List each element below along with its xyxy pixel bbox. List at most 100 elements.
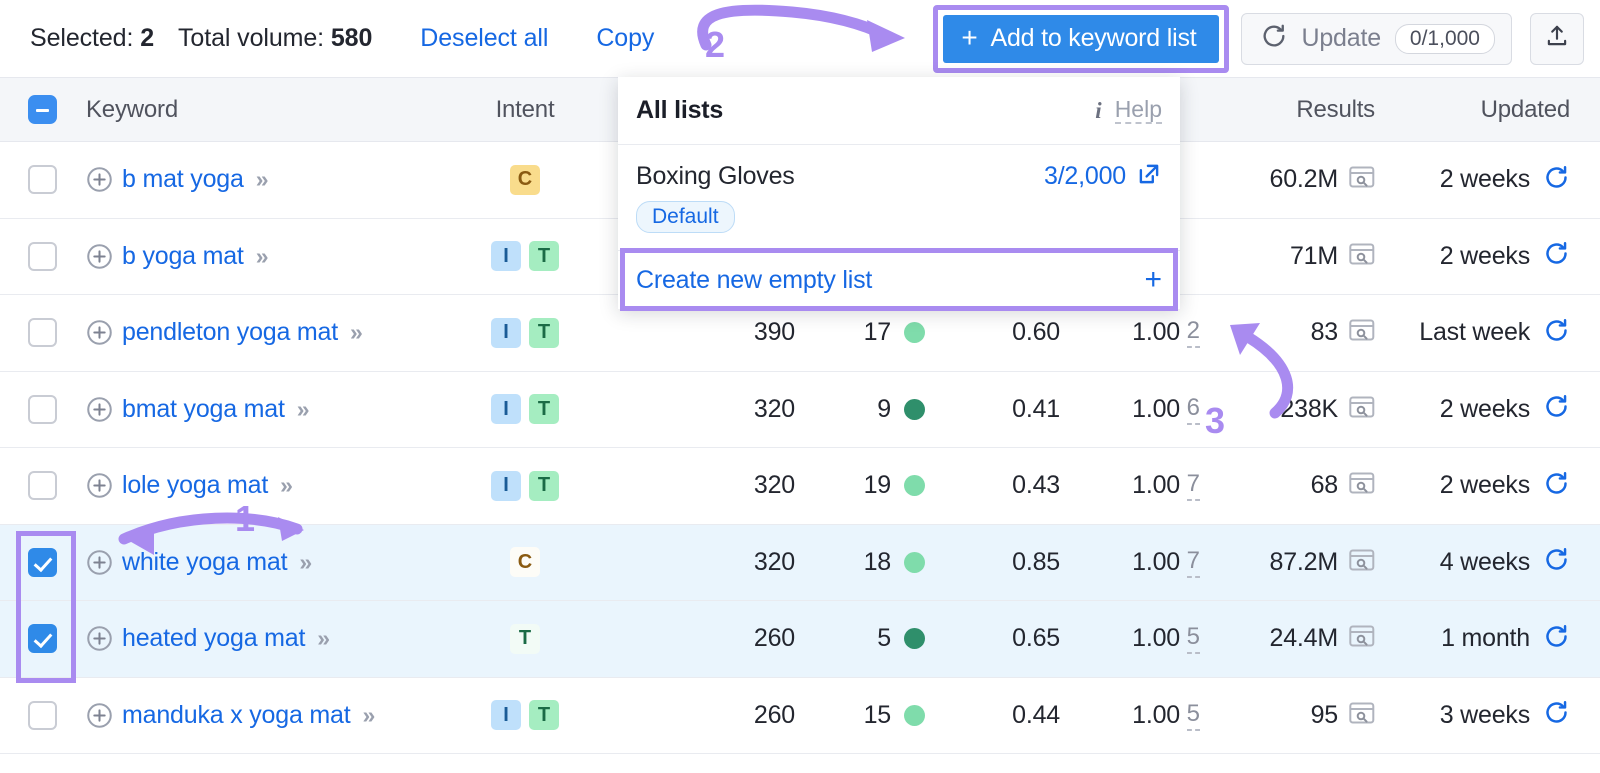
add-keyword-icon[interactable] bbox=[86, 472, 113, 499]
create-plus-icon: + bbox=[1144, 263, 1162, 296]
results-value: 68 bbox=[1310, 471, 1339, 500]
serp-features-value[interactable]: 5 bbox=[1186, 623, 1200, 655]
row-refresh-icon[interactable] bbox=[1543, 470, 1570, 502]
table-row[interactable]: lole yoga mat» I T 320 19 0.43 1.00 7 68 2 weeks bbox=[0, 448, 1600, 525]
row-refresh-icon[interactable] bbox=[1543, 240, 1570, 272]
serp-preview-icon[interactable] bbox=[1349, 471, 1375, 500]
row-refresh-icon[interactable] bbox=[1543, 317, 1570, 349]
deselect-all-link[interactable]: Deselect all bbox=[420, 24, 548, 53]
table-row[interactable]: manduka x yoga mat» I T 260 15 0.44 1.00 5 95 3 w… bbox=[0, 677, 1600, 754]
results-value: 60.2M bbox=[1269, 165, 1339, 194]
serp-preview-icon[interactable] bbox=[1349, 548, 1375, 577]
chevron-right-double-icon[interactable]: » bbox=[350, 319, 363, 346]
intent-badge-t[interactable]: T bbox=[529, 700, 559, 731]
dropdown-title: All lists bbox=[636, 96, 724, 124]
keyword-link[interactable]: b yoga mat bbox=[122, 242, 244, 271]
intent-badge-i[interactable]: I bbox=[491, 700, 521, 731]
serp-features-value[interactable]: 7 bbox=[1186, 547, 1200, 578]
row-refresh-icon[interactable] bbox=[1543, 164, 1570, 196]
row-keyword-cell: pendleton yoga mat » bbox=[86, 295, 363, 371]
select-all-checkbox[interactable] bbox=[28, 95, 57, 124]
keyword-link[interactable]: white yoga mat bbox=[122, 548, 288, 577]
difficulty-value: 5 bbox=[877, 624, 891, 653]
header-updated[interactable]: Updated bbox=[1481, 96, 1571, 124]
intent-badge-t[interactable]: T bbox=[529, 241, 559, 272]
intent-badge-t[interactable]: T bbox=[529, 394, 559, 425]
help-link[interactable]: Help bbox=[1114, 97, 1162, 124]
row-refresh-icon[interactable] bbox=[1543, 623, 1570, 655]
external-link-icon[interactable] bbox=[1136, 161, 1162, 192]
keyword-link[interactable]: lole yoga mat bbox=[122, 471, 268, 500]
serp-features-value[interactable]: 5 bbox=[1186, 700, 1200, 731]
intent-badge-c[interactable]: C bbox=[510, 547, 540, 578]
intent-badge-i[interactable]: I bbox=[491, 470, 521, 501]
row-checkbox[interactable] bbox=[28, 547, 57, 577]
intent-badge-i[interactable]: I bbox=[491, 394, 521, 425]
keyword-link[interactable]: heated yoga mat bbox=[122, 624, 305, 653]
serp-preview-icon[interactable] bbox=[1349, 395, 1375, 424]
add-keyword-icon[interactable] bbox=[86, 166, 113, 193]
serp-features-value[interactable]: 6 bbox=[1186, 394, 1200, 425]
table-row[interactable]: heated yoga mat» T 260 5 0.65 1.00 5 24.4M 1 mon… bbox=[0, 601, 1600, 678]
add-keyword-icon[interactable] bbox=[86, 549, 113, 576]
row-checkbox[interactable] bbox=[28, 241, 57, 271]
row-refresh-icon[interactable] bbox=[1543, 699, 1570, 731]
row-difficulty-cell: 5 bbox=[800, 601, 925, 677]
header-results[interactable]: Results bbox=[1296, 96, 1375, 124]
difficulty-dot bbox=[904, 475, 925, 497]
table-row[interactable]: white yoga mat» C 320 18 0.85 1.00 7 87.2M 4 wee… bbox=[0, 524, 1600, 601]
add-keyword-icon[interactable] bbox=[86, 625, 113, 652]
chevron-right-double-icon[interactable]: » bbox=[299, 549, 312, 576]
row-checkbox[interactable] bbox=[28, 318, 57, 348]
updated-value: 2 weeks bbox=[1439, 241, 1531, 270]
serp-preview-icon[interactable] bbox=[1349, 165, 1375, 194]
keyword-link[interactable]: pendleton yoga mat bbox=[122, 318, 338, 347]
row-intent-cell: T bbox=[470, 601, 580, 677]
row-checkbox[interactable] bbox=[28, 165, 57, 195]
intent-badge-c[interactable]: C bbox=[510, 164, 540, 195]
add-keyword-icon[interactable] bbox=[86, 396, 113, 423]
copy-link[interactable]: Copy bbox=[596, 24, 654, 53]
create-new-empty-list-button[interactable]: Create new empty list + bbox=[618, 251, 1180, 309]
header-intent[interactable]: Intent bbox=[496, 96, 555, 124]
row-refresh-icon[interactable] bbox=[1543, 546, 1570, 578]
intent-badge-i[interactable]: I bbox=[491, 241, 521, 272]
keyword-link[interactable]: manduka x yoga mat bbox=[122, 701, 351, 730]
intent-badge-i[interactable]: I bbox=[491, 317, 521, 348]
keyword-link[interactable]: b mat yoga bbox=[122, 165, 244, 194]
results-value: 95 bbox=[1310, 700, 1339, 729]
serp-preview-icon[interactable] bbox=[1349, 624, 1375, 653]
chevron-right-double-icon[interactable]: » bbox=[297, 396, 310, 423]
serp-preview-icon[interactable] bbox=[1349, 318, 1375, 347]
list-item[interactable]: Boxing Gloves 3/2,000 Default bbox=[618, 145, 1180, 251]
intent-badge-t[interactable]: T bbox=[529, 470, 559, 501]
header-keyword[interactable]: Keyword bbox=[86, 96, 178, 124]
row-checkbox[interactable] bbox=[28, 471, 57, 501]
add-keyword-icon[interactable] bbox=[86, 319, 113, 346]
chevron-right-double-icon[interactable]: » bbox=[280, 472, 293, 499]
intent-badge-t[interactable]: T bbox=[529, 317, 559, 348]
row-checkbox[interactable] bbox=[28, 700, 57, 730]
row-refresh-icon[interactable] bbox=[1543, 393, 1570, 425]
keyword-link[interactable]: bmat yoga mat bbox=[122, 395, 285, 424]
update-button[interactable]: Update 0/1,000 bbox=[1240, 12, 1512, 65]
table-row[interactable]: bmat yoga mat» I T 320 9 0.41 1.00 6 238K 2 weeks bbox=[0, 371, 1600, 448]
chevron-right-double-icon[interactable]: » bbox=[256, 166, 269, 193]
intent-badge-t[interactable]: T bbox=[510, 623, 540, 654]
add-to-keyword-list-button[interactable]: + Add to keyword list bbox=[943, 14, 1219, 63]
row-checkbox[interactable] bbox=[28, 394, 57, 424]
chevron-right-double-icon[interactable]: » bbox=[256, 243, 269, 270]
chevron-right-double-icon[interactable]: » bbox=[317, 625, 330, 652]
row-cpc-cell: 0.65 bbox=[940, 601, 1060, 677]
add-keyword-icon[interactable] bbox=[86, 243, 113, 270]
serp-preview-icon[interactable] bbox=[1349, 242, 1375, 271]
intent-badges: C bbox=[510, 547, 540, 578]
serp-preview-icon[interactable] bbox=[1349, 701, 1375, 730]
serp-features-value[interactable]: 7 bbox=[1186, 470, 1200, 502]
serp-features-value[interactable]: 2 bbox=[1186, 317, 1200, 349]
row-checkbox[interactable] bbox=[28, 624, 57, 654]
export-button[interactable] bbox=[1530, 12, 1584, 65]
chevron-right-double-icon[interactable]: » bbox=[362, 702, 375, 729]
row-serp-features-cell: 5 bbox=[1140, 678, 1200, 754]
add-keyword-icon[interactable] bbox=[86, 702, 113, 729]
